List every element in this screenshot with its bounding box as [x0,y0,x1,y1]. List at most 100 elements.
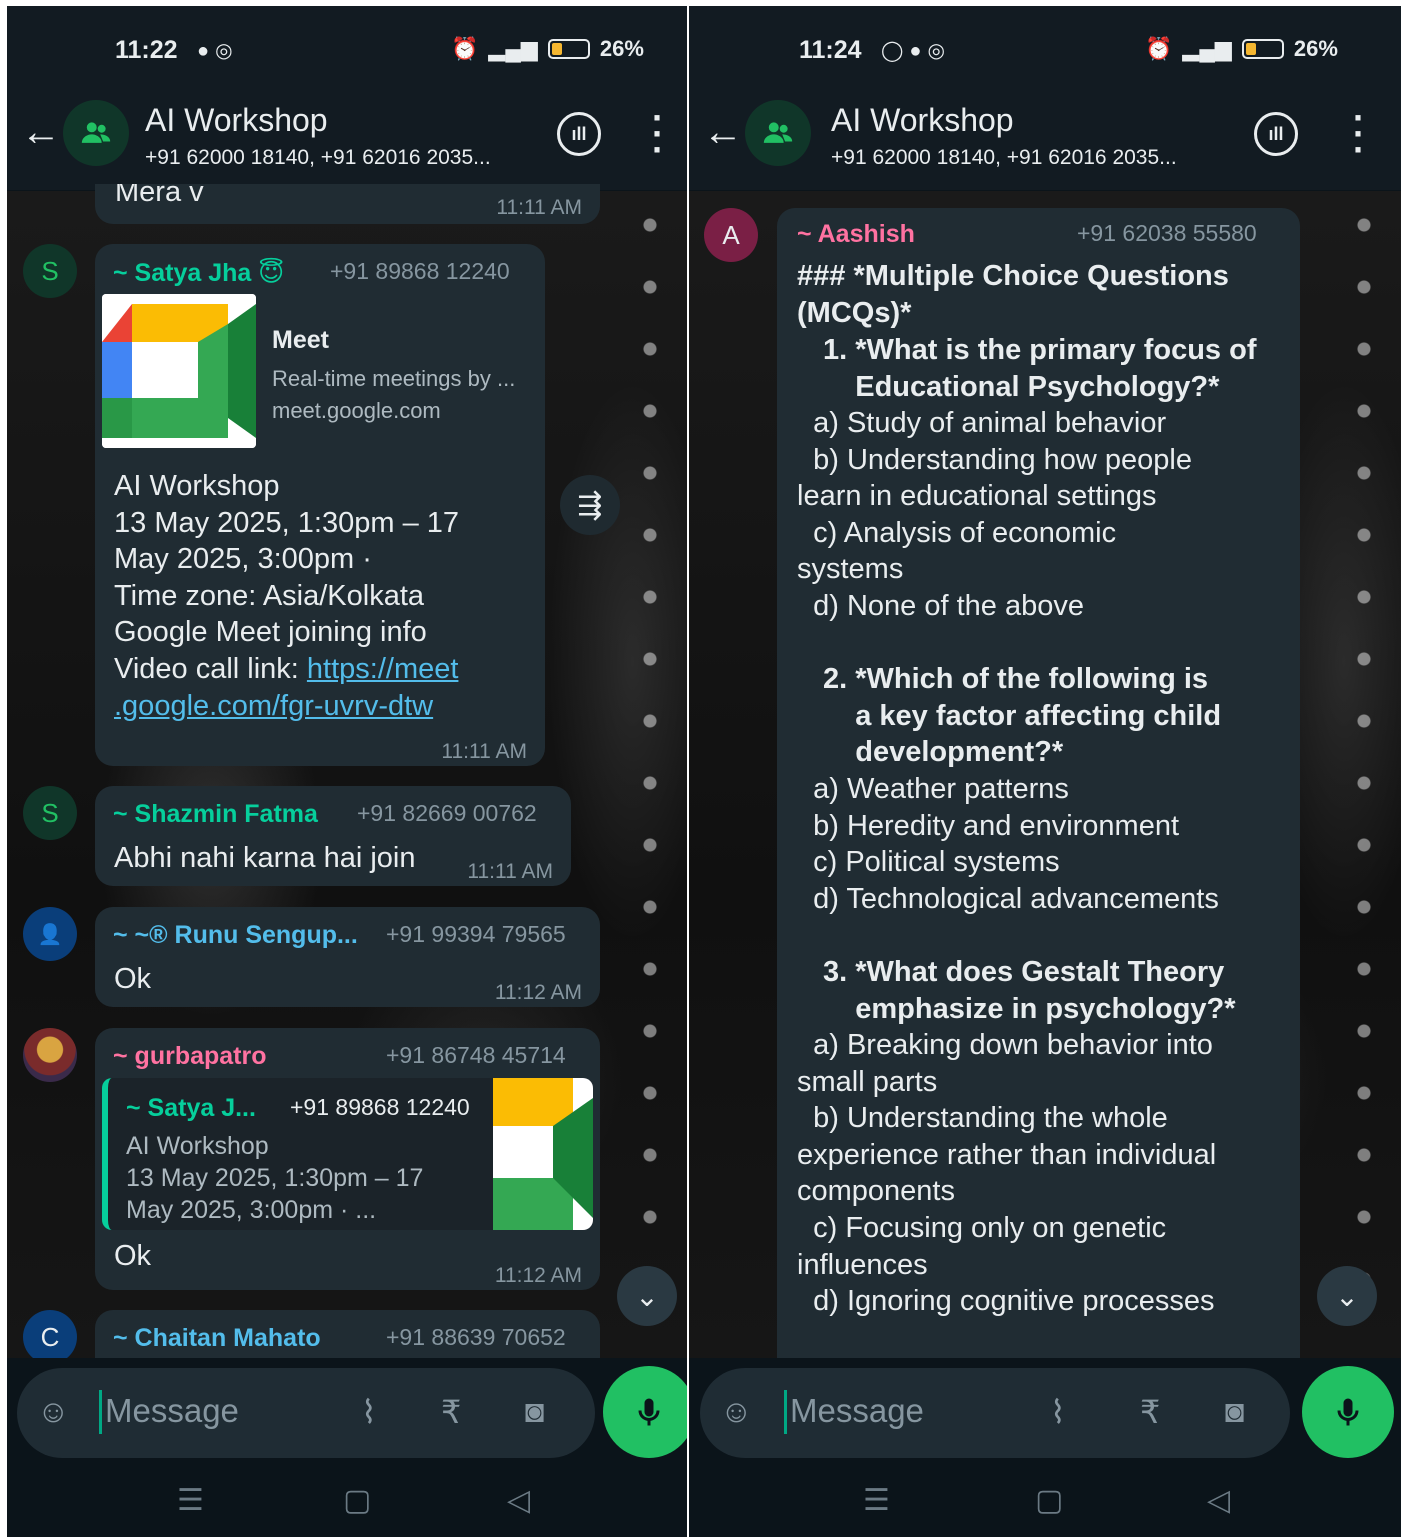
signal-icon: ▂▄▆ [1182,36,1232,61]
meet-logo-thumbnail[interactable] [102,294,256,448]
back-nav-icon[interactable]: ◁ [1207,1483,1230,1518]
sender-name[interactable]: ~ Shazmin Fatma [113,800,318,829]
forward-icon[interactable]: ⇶ [560,475,620,535]
sender-avatar[interactable]: A [704,208,758,262]
preview-title: Meet [272,326,329,354]
sender-avatar[interactable]: S [23,786,77,840]
menu-nav-icon[interactable]: ☰ [177,1483,204,1518]
message-composer[interactable]: ☺ Message ⌇ ₹ ◙ [700,1368,1290,1458]
battery-icon [547,39,590,59]
sender-avatar[interactable]: C [23,1310,77,1364]
scroll-down-icon[interactable]: ⌄ [1317,1266,1377,1326]
question-2-options: a) Weather patterns b) Heredity and envi… [813,773,1219,915]
camera-icon[interactable]: ◙ [1225,1393,1244,1430]
sender-avatar[interactable]: S [23,244,77,298]
more-vert-icon[interactable]: ··· [1353,100,1365,168]
voice-chat-icon[interactable]: ıll [557,112,601,156]
quoted-text: AI Workshop 13 May 2025, 1:30pm – 17 May… [126,1132,424,1224]
back-nav-icon[interactable]: ◁ [507,1483,530,1518]
menu-nav-icon[interactable]: ☰ [863,1483,890,1518]
question-1-options: a) Study of animal behavior b) Understan… [797,407,1192,622]
attach-icon[interactable]: ⌇ [1050,1393,1066,1431]
mcq-heading: ### *Multiple Choice Questions (MCQs)* [797,260,1229,329]
meet-link[interactable]: https://meet [307,653,459,685]
alarm-icon: ⏰ [451,36,479,61]
status-right: ⏰ ▂▄▆ 26% [1145,36,1338,62]
sticker-icon[interactable]: ☺ [720,1393,753,1430]
mic-button[interactable] [603,1366,687,1458]
message-bubble-meet[interactable]: ~ Satya Jha 😇 +91 89868 12240 Meet Real-… [95,244,545,766]
question-1: 1. *What is the primary focus of Educati… [823,334,1257,403]
message-bubble[interactable]: ~ ~® Runu Sengup... +91 99394 79565 Ok 1… [95,907,600,1007]
sender-phone: +91 99394 79565 [386,921,566,947]
message-time: 11:12 AM [494,981,582,1004]
mic-icon [1337,1398,1359,1426]
voice-chat-icon[interactable]: ıll [1254,112,1298,156]
back-arrow-icon[interactable]: ← [21,110,61,155]
quoted-phone: +91 89868 12240 [290,1094,470,1120]
sender-name[interactable]: ~ ~® Runu Sengup... [113,921,358,950]
battery-level: 26% [599,36,644,61]
message-time: 11:11 AM [441,740,527,763]
left-screenshot: 11:22 ●◎ ⏰ ▂▄▆ 26% ← AI Workshop +91 620… [7,6,687,1537]
wallpaper-lights [1355,216,1373,1316]
system-nav-bar: ☰ ▢ ◁ [7,1465,687,1537]
status-bar: 11:24 ◯●◎ ⏰ ▂▄▆ 26% [689,6,1401,92]
message-text: AI Workshop 13 May 2025, 1:30pm – 17 May… [114,470,460,722]
group-title[interactable]: AI Workshop [831,102,1014,139]
message-composer[interactable]: ☺ Message ⌇ ₹ ◙ [17,1368,595,1458]
wallpaper-lights [641,216,659,1316]
more-vert-icon[interactable]: ··· [652,100,664,168]
quoted-message[interactable]: ~ Satya J... +91 89868 12240 AI Workshop… [102,1078,593,1230]
home-nav-icon[interactable]: ▢ [1035,1483,1063,1518]
scroll-down-icon[interactable]: ⌄ [617,1266,677,1326]
sender-phone: +91 89868 12240 [330,258,510,284]
question-2: 2. *Which of the following is a key fact… [823,663,1222,769]
attach-icon[interactable]: ⌇ [361,1393,377,1431]
sender-phone: +91 62038 55580 [1077,220,1257,246]
message-input[interactable]: Message [105,1392,239,1430]
home-nav-icon[interactable]: ▢ [343,1483,371,1518]
message-text: Abhi nahi karna hai join [114,842,416,874]
preview-domain: meet.google.com [272,398,441,423]
rupee-icon[interactable]: ₹ [1140,1393,1160,1431]
notification-icons: ●◎ [197,40,239,62]
message-text: Ok [114,963,152,995]
question-3-options: a) Breaking down behavior into small par… [797,1029,1217,1318]
rupee-icon[interactable]: ₹ [441,1393,461,1431]
group-members[interactable]: +91 62000 18140, +91 62016 2035... [145,146,491,170]
mic-button[interactable] [1302,1366,1394,1458]
status-bar: 11:22 ●◎ ⏰ ▂▄▆ 26% [7,6,687,92]
sticker-icon[interactable]: ☺ [37,1393,70,1430]
sender-name[interactable]: ~ Satya Jha 😇 [113,258,284,288]
group-members[interactable]: +91 62000 18140, +91 62016 2035... [831,146,1177,170]
group-title[interactable]: AI Workshop [145,102,328,139]
sender-name[interactable]: ~ Chaitan Mahato [113,1324,321,1353]
message-time: 11:11 AM [496,196,582,219]
back-arrow-icon[interactable]: ← [703,110,743,155]
group-avatar-icon[interactable] [63,100,129,166]
chat-header[interactable]: ← AI Workshop +91 62000 18140, +91 62016… [689,92,1401,190]
battery-level: 26% [1293,36,1338,61]
mic-icon [638,1398,660,1426]
sender-name[interactable]: ~ Aashish [797,220,915,249]
message-bubble-mcq[interactable]: ~ Aashish +91 62038 55580 ### *Multiple … [777,208,1300,1378]
message-input[interactable]: Message [790,1392,924,1430]
battery-icon [1241,39,1284,59]
message-text: Ok [114,1240,152,1272]
camera-icon[interactable]: ◙ [525,1393,544,1430]
text-caret [99,1390,102,1434]
message-bubble[interactable]: ~ Shazmin Fatma +91 82669 00762 Abhi nah… [95,786,571,886]
profile-photo-avatar[interactable] [23,1028,77,1082]
status-time: 11:22 [115,36,178,64]
message-time: 11:11 AM [467,860,553,883]
sender-name[interactable]: ~ gurbapatro [113,1042,267,1071]
group-avatar-icon[interactable] [745,100,811,166]
message-bubble-reply[interactable]: ~ gurbapatro +91 86748 45714 ~ Satya J..… [95,1028,600,1290]
meet-logo-thumbnail [493,1078,593,1230]
right-screenshot: 11:24 ◯●◎ ⏰ ▂▄▆ 26% ← AI Workshop +91 62… [689,6,1401,1537]
question-3: 3. *What does Gestalt Theory emphasize i… [823,956,1236,1025]
default-avatar-icon[interactable]: 👤 [23,907,77,961]
quoted-sender: ~ Satya J... [126,1094,256,1122]
meet-link-cont[interactable]: .google.com/fgr-uvrv-dtw [114,690,433,722]
